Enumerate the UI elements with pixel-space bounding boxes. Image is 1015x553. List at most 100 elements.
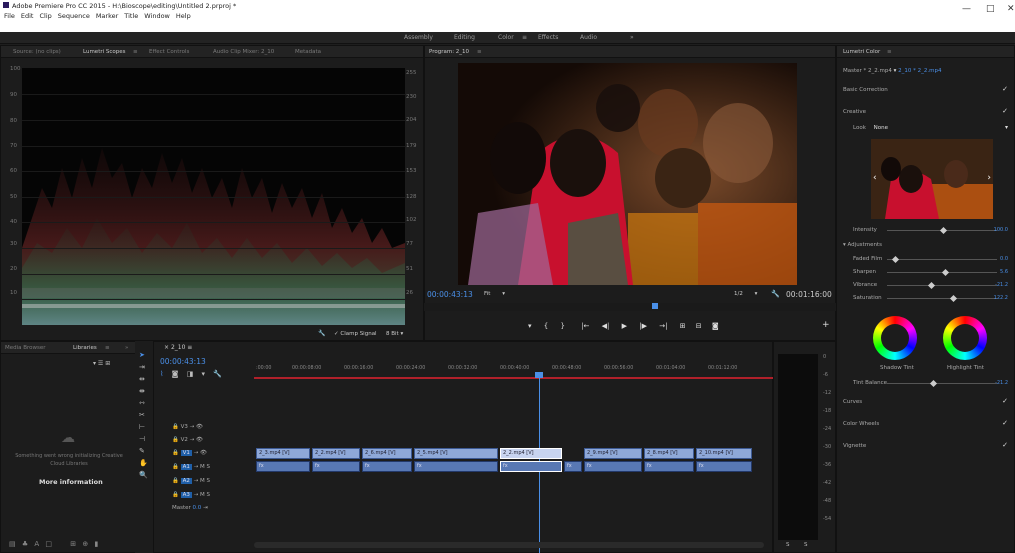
- audio-clip[interactable]: fx: [312, 461, 360, 472]
- workspace-assembly[interactable]: Assembly: [404, 34, 433, 41]
- timeline-timecode[interactable]: 00:00:43:13: [160, 357, 206, 366]
- rolling-edit-tool-icon[interactable]: ⇼: [139, 387, 145, 395]
- menu-marker[interactable]: Marker: [96, 12, 118, 20]
- audio-clip[interactable]: fx: [414, 461, 498, 472]
- previous-look-icon[interactable]: ‹: [873, 173, 877, 183]
- program-menu-icon[interactable]: ≡: [477, 49, 482, 55]
- master-volume-value[interactable]: 0.0: [193, 505, 202, 511]
- add-marker-button[interactable]: ▾: [528, 322, 532, 330]
- fit-select[interactable]: Fit ▾: [484, 291, 505, 297]
- faded-film-handle[interactable]: [891, 255, 900, 264]
- marker-icon[interactable]: ▾: [202, 370, 206, 378]
- tab-lumetri-scopes[interactable]: Lumetri Scopes: [83, 49, 126, 55]
- color-wheels-checkbox[interactable]: ✓: [1002, 419, 1008, 427]
- selection-tool-icon[interactable]: ➤: [139, 351, 145, 359]
- workspace-more-button[interactable]: »: [630, 34, 634, 41]
- intensity-value[interactable]: 100.0: [994, 227, 1008, 233]
- program-scrub-bar[interactable]: [424, 303, 836, 311]
- maximize-button[interactable]: □: [986, 4, 995, 14]
- tab-effect-controls[interactable]: Effect Controls: [149, 49, 189, 55]
- look-select[interactable]: None: [874, 125, 888, 131]
- track-a2-label[interactable]: A2: [180, 478, 192, 484]
- video-clip[interactable]: 2_10.mp4 [V]: [696, 448, 752, 459]
- graphic-icon[interactable]: ♣: [22, 540, 28, 548]
- adjustments-header[interactable]: ▾ Adjustments: [843, 242, 882, 248]
- panel-overflow-icon[interactable]: »: [125, 345, 128, 351]
- clamp-signal-checkbox[interactable]: ✓ Clamp Signal: [334, 331, 377, 337]
- rate-stretch-tool-icon[interactable]: ⇿: [139, 399, 145, 407]
- lumetri-clip-selector[interactable]: Master * 2_2.mp4 ▾ 2_10 * 2_2.mp4: [843, 68, 941, 74]
- tint-balance-value[interactable]: -21.2: [995, 380, 1008, 386]
- track-a1-label[interactable]: A1: [180, 464, 192, 470]
- mark-out-button[interactable]: }: [560, 322, 564, 330]
- shadow-tint-wheel[interactable]: [873, 316, 917, 360]
- tint-balance-slider[interactable]: [887, 383, 997, 384]
- track-a3-label[interactable]: A3: [180, 492, 192, 498]
- wrench-icon[interactable]: 🔧: [318, 330, 325, 337]
- go-to-out-button[interactable]: →|: [659, 322, 667, 330]
- playhead-handle[interactable]: [535, 372, 543, 378]
- tab-lumetri-color[interactable]: Lumetri Color: [843, 49, 880, 55]
- video-clip[interactable]: 2_5.mp4 [V]: [414, 448, 498, 459]
- hand-tool-icon[interactable]: ✋: [139, 459, 148, 467]
- menu-sequence[interactable]: Sequence: [58, 12, 90, 20]
- video-clip[interactable]: 2_3.mp4 [V]: [256, 448, 310, 459]
- workspace-editing[interactable]: Editing: [454, 34, 475, 41]
- wrench-icon[interactable]: 🔧: [771, 290, 780, 298]
- tab-metadata[interactable]: Metadata: [295, 49, 321, 55]
- vignette-checkbox[interactable]: ✓: [1002, 441, 1008, 449]
- list-view-icon[interactable]: ⊞: [70, 540, 76, 548]
- menu-file[interactable]: File: [4, 12, 15, 20]
- tint-balance-handle[interactable]: [929, 379, 938, 388]
- slip-tool-icon[interactable]: ⊢: [139, 423, 145, 431]
- program-timecode[interactable]: 00:00:43:13: [427, 290, 473, 299]
- sharpen-handle[interactable]: [941, 268, 950, 277]
- section-curves[interactable]: Curves: [843, 399, 862, 405]
- vibrance-value[interactable]: -21.2: [995, 282, 1008, 288]
- workspace-color[interactable]: Color: [498, 34, 514, 41]
- menu-help[interactable]: Help: [176, 12, 191, 20]
- zoom-tool-icon[interactable]: 🔍: [139, 471, 148, 479]
- audio-clip-selected[interactable]: fx: [500, 461, 562, 472]
- audio-clip[interactable]: fx: [564, 461, 582, 472]
- library-select[interactable]: ▾ ☰ ⊞: [93, 360, 110, 367]
- mark-in-button[interactable]: {: [544, 322, 548, 330]
- vibrance-slider[interactable]: [887, 285, 997, 286]
- play-button[interactable]: ▶: [622, 322, 627, 330]
- step-back-button[interactable]: ◀|: [602, 322, 610, 330]
- workspace-effects[interactable]: Effects: [538, 34, 558, 41]
- close-button[interactable]: ✕: [1007, 4, 1015, 14]
- saturation-value[interactable]: 122.2: [994, 295, 1008, 301]
- go-to-in-button[interactable]: |←: [581, 322, 589, 330]
- playhead-marker[interactable]: [652, 303, 658, 309]
- section-color-wheels[interactable]: Color Wheels: [843, 421, 879, 427]
- vibrance-handle[interactable]: [927, 281, 936, 290]
- workspace-audio[interactable]: Audio: [580, 34, 597, 41]
- minimize-button[interactable]: —: [962, 4, 971, 14]
- tab-program[interactable]: Program: 2_10: [429, 49, 469, 55]
- saturation-handle[interactable]: [949, 294, 958, 303]
- more-information-link[interactable]: More information: [39, 478, 103, 486]
- menu-title[interactable]: Title: [124, 12, 138, 20]
- bit-depth-select[interactable]: 8 Bit ▾: [386, 331, 403, 337]
- snap-icon[interactable]: ⌇: [160, 370, 163, 378]
- add-button[interactable]: +: [822, 320, 830, 330]
- curves-checkbox[interactable]: ✓: [1002, 397, 1008, 405]
- add-icon[interactable]: □: [45, 540, 52, 548]
- workspace-menu-icon[interactable]: ≡: [522, 34, 527, 41]
- audio-clip[interactable]: fx: [584, 461, 642, 472]
- audio-clip[interactable]: fx: [644, 461, 694, 472]
- export-frame-button[interactable]: ◙: [712, 322, 719, 330]
- timeline-tab[interactable]: × 2_10 ≡: [164, 344, 192, 351]
- extract-button[interactable]: ⊟: [696, 322, 702, 330]
- highlight-tint-wheel[interactable]: [943, 316, 987, 360]
- pen-tool-icon[interactable]: ✎: [139, 447, 145, 455]
- lumetri-menu-icon[interactable]: ≡: [887, 49, 892, 55]
- tab-source[interactable]: Source: (no clips): [13, 49, 61, 55]
- track-select-tool-icon[interactable]: ⇥: [139, 363, 145, 371]
- basic-correction-checkbox[interactable]: ✓: [1002, 85, 1008, 93]
- creative-checkbox[interactable]: ✓: [1002, 107, 1008, 115]
- section-vignette[interactable]: Vignette: [843, 443, 866, 449]
- audio-clip[interactable]: fx: [696, 461, 752, 472]
- tab-media-browser[interactable]: Media Browser: [5, 345, 46, 351]
